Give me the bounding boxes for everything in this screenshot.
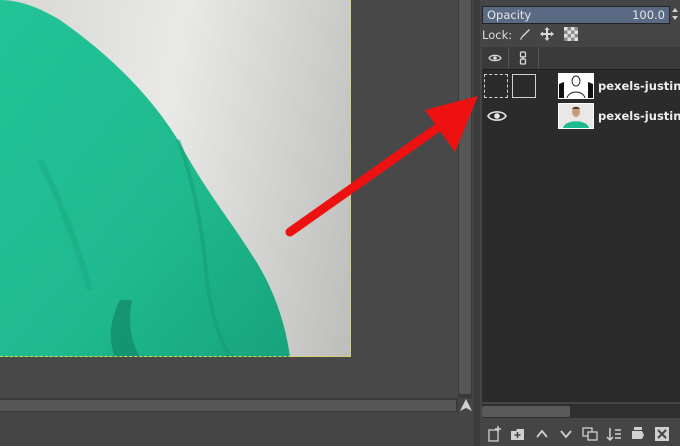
new-layer-group-icon[interactable] [510, 426, 526, 442]
duplicate-layer-icon[interactable] [582, 426, 598, 442]
link-column-chain-icon [516, 51, 530, 65]
lock-pixels-icon[interactable] [518, 27, 532, 41]
layers-list[interactable]: pexels-justin pexels-justin [482, 47, 680, 402]
header-separator [508, 47, 509, 69]
layer-thumbnail [558, 73, 594, 99]
new-layer-icon[interactable] [486, 426, 502, 442]
layer-link-toggle[interactable] [512, 74, 536, 98]
delete-layer-icon[interactable] [654, 426, 670, 442]
opacity-slider[interactable]: Opacity 100.0 [482, 6, 670, 24]
header-separator [538, 47, 539, 69]
layers-toolbar [480, 422, 680, 446]
layers-panel: Opacity 100.0 Lock: pexels-justin pexels… [480, 0, 680, 446]
lock-label: Lock: [482, 28, 513, 42]
raise-layer-icon[interactable] [534, 426, 550, 442]
canvas-boundary-right [350, 0, 351, 357]
layer-name[interactable]: pexels-justin [598, 109, 680, 123]
lock-alpha-icon[interactable] [564, 27, 578, 41]
layer-thumbnail [558, 103, 594, 129]
opacity-stepper-icon[interactable] [671, 5, 679, 23]
eye-icon[interactable] [486, 108, 508, 124]
layers-list-header [482, 47, 680, 70]
layers-list-scroll-thumb[interactable] [482, 406, 570, 417]
lock-position-icon[interactable] [540, 27, 554, 41]
canvas-boundary-bottom [0, 356, 351, 357]
layer-name[interactable]: pexels-justin [598, 79, 680, 93]
photo-green-shirt [0, 0, 290, 357]
lower-layer-icon[interactable] [558, 426, 574, 442]
merge-down-icon[interactable] [606, 426, 622, 442]
add-mask-icon[interactable] [630, 426, 646, 442]
opacity-value: 100.0 [632, 8, 665, 22]
layer-row[interactable]: pexels-justin [482, 71, 680, 101]
opacity-label: Opacity [487, 8, 532, 22]
canvas-horizontal-scroll-thumb[interactable] [0, 400, 456, 411]
visibility-column-eye-icon [488, 51, 502, 65]
image-canvas[interactable] [0, 0, 351, 357]
canvas-bottom-area [0, 412, 476, 446]
canvas-vertical-scroll-thumb[interactable] [459, 0, 471, 394]
layer-row[interactable]: pexels-justin [482, 101, 680, 131]
navigate-icon[interactable] [459, 398, 473, 412]
layer-visibility-toggle[interactable] [484, 74, 508, 98]
